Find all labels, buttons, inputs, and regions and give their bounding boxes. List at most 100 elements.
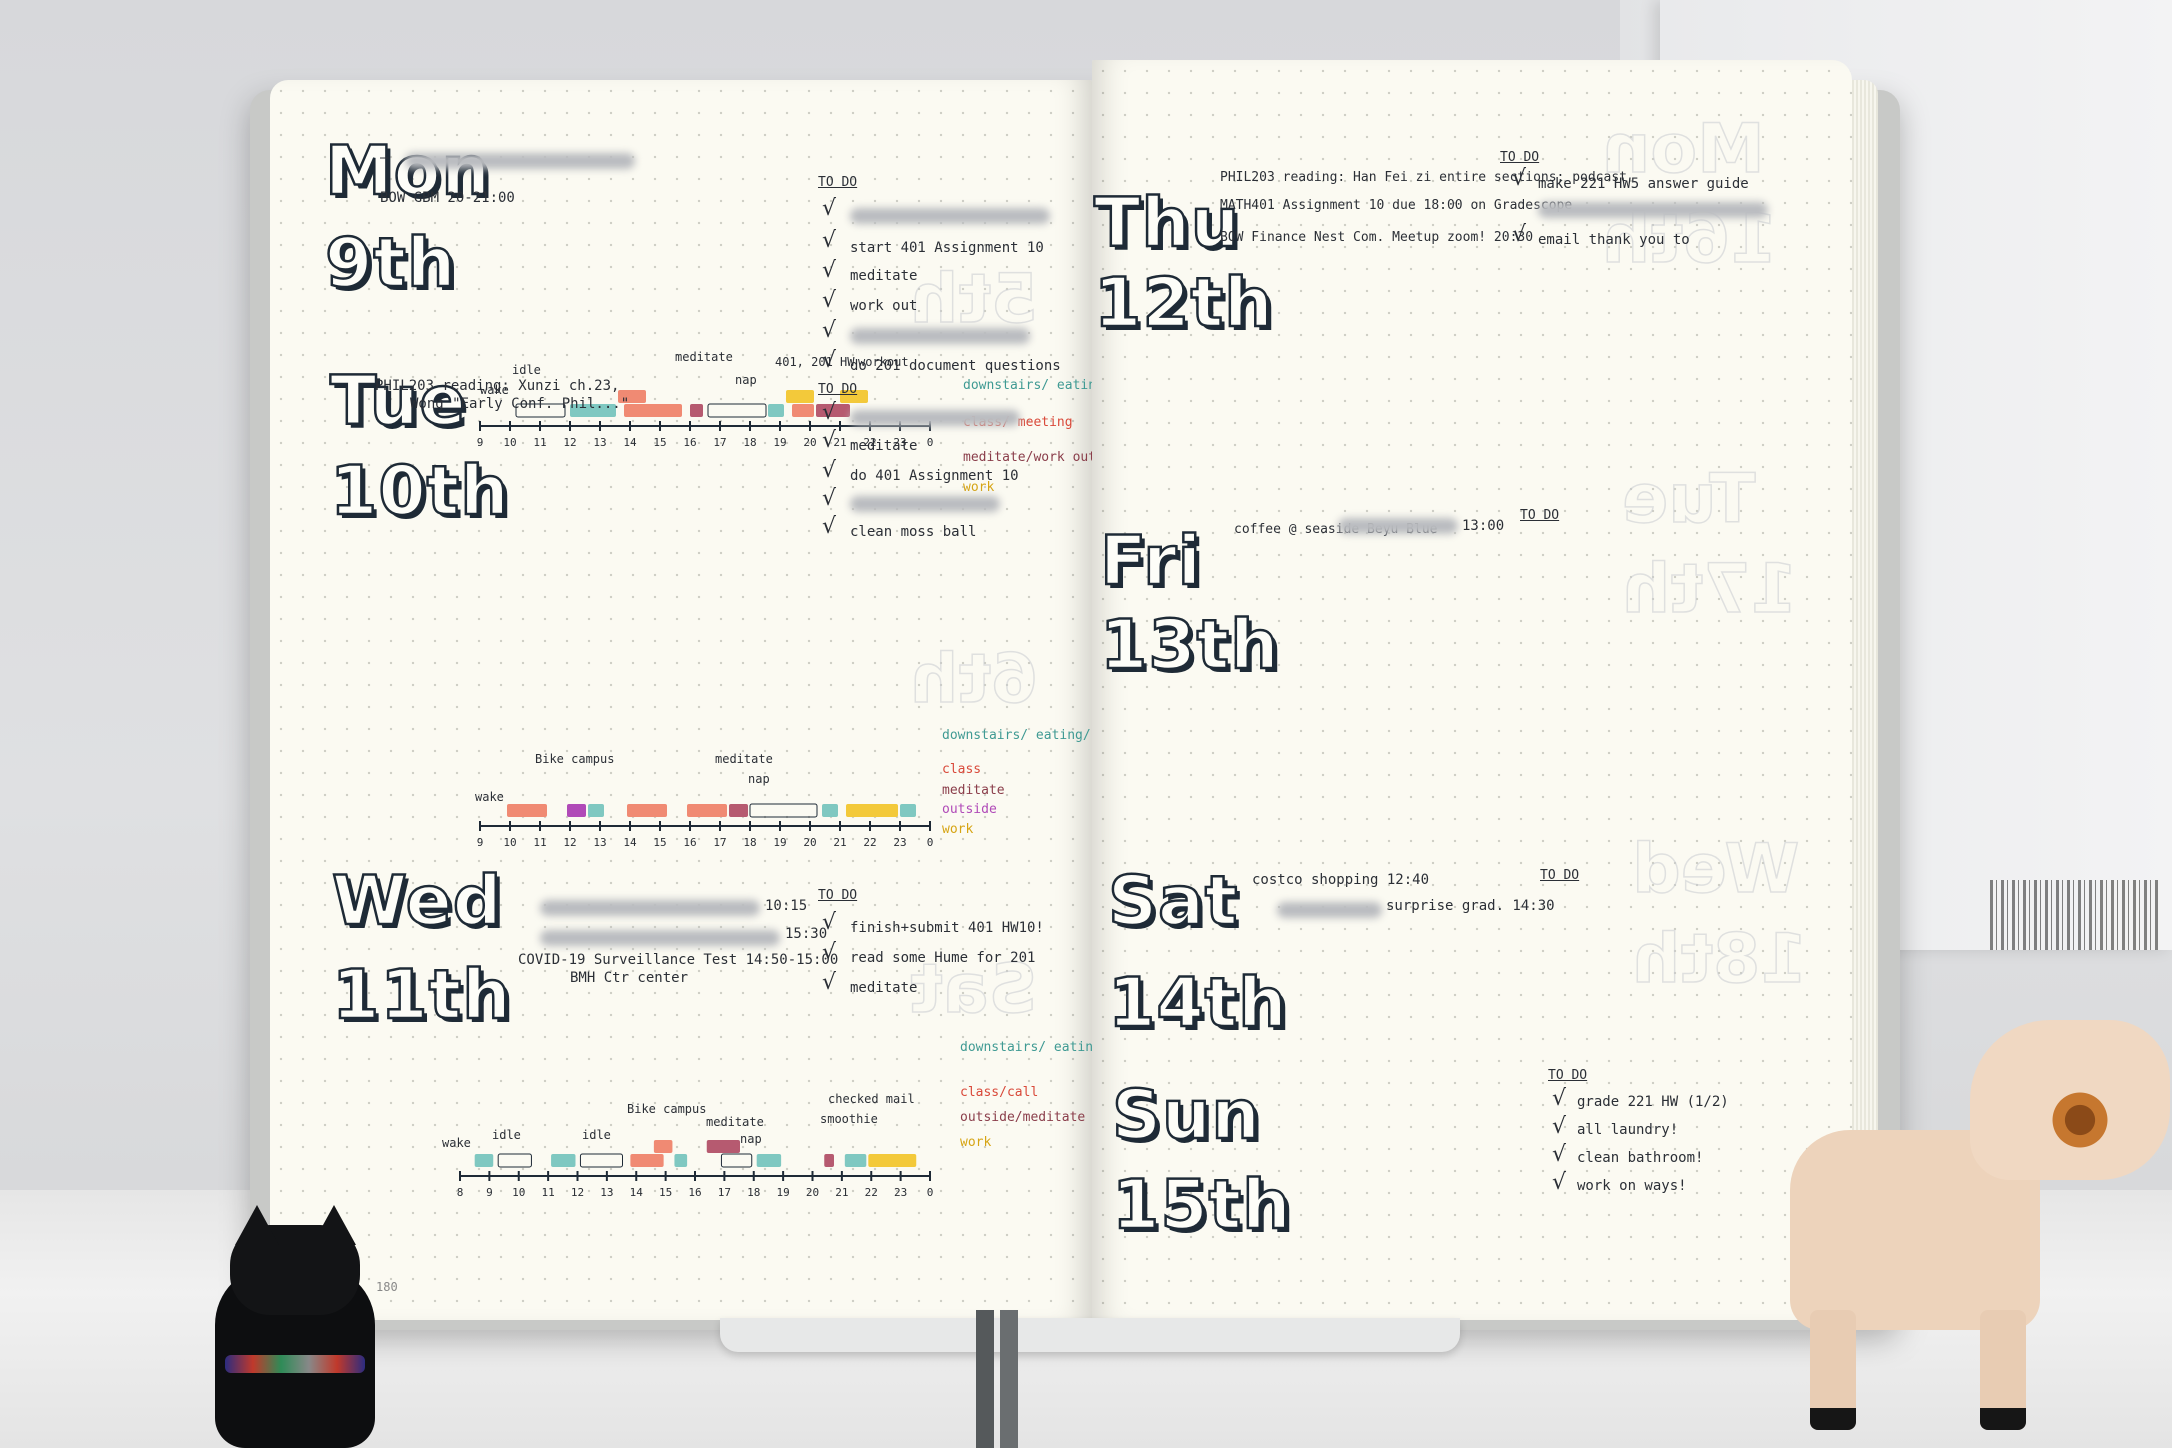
sheep-horn: [2045, 1085, 2115, 1155]
check-icon: √: [1552, 1170, 1567, 1195]
cat-ear: [312, 1205, 356, 1245]
day-heading-fri: Fri: [1099, 522, 1202, 601]
check-icon: √: [1512, 222, 1527, 247]
timeline-tick-label: 17: [718, 1186, 731, 1199]
legend-item: outside: [942, 802, 997, 817]
legend-item: class: [942, 762, 982, 777]
mon-event: BOW GBM 20-21:00: [380, 190, 515, 206]
day-heading-sun: Sun: [1111, 1076, 1261, 1155]
timeline-activity-block: [474, 1154, 494, 1167]
timeline-tick-label: 14: [623, 436, 637, 449]
timeline-tick-label: 20: [806, 1186, 819, 1199]
sat-event: costco shopping 12:40: [1252, 872, 1430, 888]
redaction: [1538, 202, 1768, 218]
timeline-tick-label: 20: [803, 836, 816, 849]
check-icon: √: [1552, 1086, 1567, 1111]
check-icon: √: [822, 258, 837, 283]
timeline-activity-block: [756, 1154, 782, 1167]
thu-todo: make 221 HW5 answer guide: [1538, 176, 1749, 192]
legend-item: meditate: [942, 783, 1005, 798]
timeline-tick-label: 10: [503, 836, 516, 849]
wed-event: 10:15: [765, 898, 808, 914]
timeline-activity-block: [687, 804, 727, 817]
mon-todo: start 401 Assignment 10: [850, 240, 1044, 256]
ghost-text: Tue: [1621, 459, 1756, 540]
thu-todo-label: TO DO: [1500, 150, 1540, 165]
timeline-tick-label: 23: [894, 1186, 907, 1199]
timeline-tick-label: 16: [688, 1186, 701, 1199]
timeline-activity-block: [551, 1154, 576, 1167]
tue-todo: do 401 Assignment 10: [850, 468, 1019, 484]
timeline-tick-label: 18: [743, 836, 756, 849]
timeline-annotation: meditate: [706, 1115, 764, 1129]
redaction: [540, 930, 780, 946]
timeline-tick-label: 15: [653, 836, 666, 849]
timeline-tick-label: 16: [683, 836, 696, 849]
timeline-activity-block: [653, 1140, 673, 1153]
sheep-leg: [1810, 1310, 1856, 1430]
ghost-text: 6th: [909, 639, 1039, 720]
wed-event: BMH Ctr center: [570, 970, 689, 986]
fri-event-time: 13:00: [1462, 518, 1505, 534]
timeline-activity-block: [579, 1153, 623, 1168]
timeline-tick-label: 14: [623, 836, 637, 849]
day-heading-wed: Wed: [331, 862, 503, 941]
timeline-activity-block: [844, 1154, 867, 1167]
wed-todo: read some Hume for 201: [850, 950, 1036, 966]
legend-item: downstairs/ eating/shower: [963, 378, 1092, 393]
timeline-tick-label: 13: [593, 836, 606, 849]
timeline-tick-label: 11: [533, 436, 546, 449]
sat-event: surprise grad. 14:30: [1386, 898, 1555, 914]
mon-todo: meditate: [850, 268, 918, 284]
wed-todo-label: TO DO: [818, 888, 858, 903]
wed-todo: meditate: [850, 980, 918, 996]
tue-timeline: 9 10 11 12 13 14 15 16 17 18 19 20 21 22 23 0: [477, 803, 934, 849]
check-icon: √: [822, 288, 837, 313]
legend-item: downstairs/ eating/shower: [960, 1040, 1092, 1055]
sun-todo-label: TO DO: [1548, 1068, 1588, 1083]
check-icon: √: [822, 196, 837, 221]
check-icon: √: [822, 318, 837, 343]
timeline-tick-label: 22: [863, 836, 876, 849]
cat-ear: [235, 1205, 279, 1245]
timeline-tick-label: 9: [477, 836, 484, 849]
barcode: [1990, 880, 2160, 950]
timeline-tick-label: 13: [593, 436, 606, 449]
timeline-activity-block: [749, 803, 818, 818]
check-icon: √: [822, 970, 837, 995]
timeline-tick-label: 0: [927, 436, 934, 449]
redaction: [405, 153, 635, 169]
left-page: 5th 6th Sat Mon 9th – BOW GBM 20-21:00 T…: [270, 80, 1092, 1320]
timeline-activity-block: [792, 404, 814, 417]
timeline-activity-block: [588, 804, 604, 817]
sat-todo-label: TO DO: [1540, 868, 1580, 883]
check-icon: √: [822, 486, 837, 511]
legend-item: downstairs/ eating/shower: [942, 728, 1092, 743]
timeline-activity-block: [507, 804, 547, 817]
timeline-activity-block: [786, 390, 814, 403]
timeline-tick-label: 17: [713, 836, 726, 849]
timeline-activity-block: [846, 804, 898, 817]
legend-item: class/call: [960, 1085, 1039, 1100]
timeline-tick-label: 0: [927, 836, 934, 849]
timeline-tick-label: 15: [653, 436, 666, 449]
timeline-tick-label: 19: [777, 1186, 790, 1199]
timeline-tick-label: 0: [927, 1186, 934, 1199]
ghost-text: 18th: [1631, 919, 1808, 1000]
redaction: [1277, 902, 1382, 918]
timeline-tick-label: 18: [747, 1186, 760, 1199]
timeline-activity-block: [822, 804, 838, 817]
timeline-tick-label: 12: [563, 436, 576, 449]
timeline-tick-label: 8: [457, 1186, 464, 1199]
timeline-tick-label: 11: [542, 1186, 555, 1199]
check-icon: √: [822, 458, 837, 483]
ghost-text: Wed: [1631, 829, 1800, 910]
timeline-activity-block: [497, 1153, 532, 1168]
timeline-tick-label: 22: [865, 1186, 878, 1199]
check-icon: √: [1552, 1114, 1567, 1139]
date-heading-tue: 10th: [329, 452, 510, 531]
legend-item: work: [942, 822, 974, 837]
redaction: [540, 900, 760, 916]
timeline-tick-label: 13: [600, 1186, 613, 1199]
thu-event: MATH401 Assignment 10 due 18:00 on Grade…: [1220, 198, 1573, 213]
